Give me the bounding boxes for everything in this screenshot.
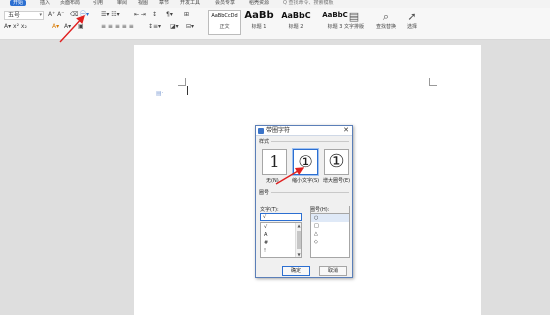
line-spacing-button[interactable]: ↕≡▾ (148, 23, 161, 31)
text-input[interactable]: √ (260, 213, 302, 221)
cancel-button[interactable]: 取消 (319, 266, 347, 276)
chevron-down-icon: ▾ (39, 12, 42, 18)
style-option-enlarge-label[interactable]: 增大圈号(E) (323, 177, 350, 184)
style-label: 标题 1 (251, 24, 267, 30)
highlight-color-button[interactable]: A▾ (52, 23, 59, 31)
style-label: 标题 2 (288, 24, 304, 30)
style-label: 正文 (219, 24, 230, 30)
list-item[interactable]: ○ (311, 214, 349, 222)
tab-developer[interactable]: 开发工具 (180, 0, 200, 6)
fill-button[interactable]: ◪▾ (170, 23, 179, 31)
ribbon-home: 五号 ▾ A⁺ A⁻ ⌫ ㊀▾ ☰▾ ☷▾ ⇤ ⇥ ↕ ¶▾ ⊞ A▾ x² x… (0, 8, 550, 40)
text-caret (187, 86, 188, 95)
tab-chapter[interactable]: 章节 (159, 0, 169, 6)
text-list-scrollbar[interactable]: ▲ ▼ (295, 223, 301, 257)
tab-review[interactable]: 审阅 (117, 0, 127, 6)
list-item[interactable]: ◇ (311, 238, 349, 246)
cursor-icon: ➚ (407, 10, 417, 23)
circled-character-icon: ㊀ (80, 11, 87, 18)
font-size-select[interactable]: 五号 ▾ (4, 11, 44, 20)
text-list[interactable]: √ A # ! ▲ ▼ (260, 222, 302, 258)
text-layout-label: 文字排版 (343, 24, 364, 30)
command-search[interactable]: Q 查找命令、搜索模板 (283, 0, 334, 6)
option-glyph: 1 (269, 152, 280, 171)
text-layout-icon: ▤ (348, 10, 360, 23)
style-heading-2[interactable]: AaBbC 标题 2 (277, 10, 315, 35)
style-option-none[interactable]: 1 (262, 149, 287, 175)
style-option-shrink-text[interactable]: ① (292, 148, 319, 176)
scroll-down-icon[interactable]: ▼ (296, 252, 301, 257)
option-glyph: ① (298, 152, 313, 171)
align-buttons[interactable]: ≡ ≡ ≡ ≡ ≡ (101, 23, 134, 31)
margin-mark-top-left (178, 78, 186, 86)
bullet-list-button[interactable]: ☰▾ ☷▾ (101, 11, 120, 19)
ok-button[interactable]: 确定 (282, 266, 310, 276)
border-dropdown-button[interactable]: ⊟▾ (186, 23, 194, 31)
style-sample: AaBb (244, 10, 274, 21)
option-glyph: ① (328, 151, 345, 172)
font-color-button[interactable]: A▾ (64, 23, 71, 31)
show-marks-button[interactable]: ¶▾ (166, 11, 173, 19)
font-size-value: 五号 (8, 12, 21, 19)
margin-mark-top-right (429, 78, 437, 86)
clear-format-icon[interactable]: ⌫ (70, 11, 78, 19)
style-normal[interactable]: AaBbCcDd 正文 (208, 10, 241, 35)
tab-member[interactable]: 会员专享 (215, 0, 235, 6)
style-option-none-label[interactable]: 无(N) (266, 177, 279, 184)
text-field-label: 文字(T): (260, 207, 279, 213)
char-shading-button[interactable]: ▣ (78, 23, 84, 31)
tab-view[interactable]: 视图 (138, 0, 148, 6)
select-button[interactable]: ➚ 选择 (396, 10, 428, 30)
dialog-titlebar[interactable]: 带圈字符 ✕ (256, 126, 352, 136)
tab-references[interactable]: 引用 (93, 0, 103, 6)
tab-page-layout[interactable]: 页面布局 (60, 0, 80, 6)
indent-buttons[interactable]: ⇤ ⇥ (134, 11, 146, 19)
enclosure-list[interactable]: ○ □ △ ◇ (310, 213, 350, 258)
paragraph-handle-icon[interactable]: ▤· (156, 90, 164, 97)
text-input-value: √ (263, 214, 267, 220)
text-layout-button[interactable]: ▤ 文字排版 (338, 10, 370, 30)
select-label: 选择 (406, 24, 417, 30)
close-icon[interactable]: ✕ (343, 126, 349, 135)
style-option-shrink-label[interactable]: 缩小文字(S) (292, 177, 319, 184)
sort-button[interactable]: ↕ (152, 11, 157, 19)
wps-writer-window: 开始 插入 页面布局 引用 审阅 视图 章节 开发工具 会员专享 稻壳资源 Q … (0, 0, 550, 315)
enclosure-section-label: 圈号 (259, 190, 350, 196)
border-button[interactable]: ⊞ (184, 11, 189, 19)
style-heading-1[interactable]: AaBb 标题 1 (242, 10, 276, 35)
dialog-title: 带圈字符 (266, 127, 291, 134)
style-option-enlarge-symbol[interactable]: ① (324, 149, 349, 175)
grow-font-button[interactable]: A⁺ A⁻ (48, 11, 64, 19)
scroll-up-icon[interactable]: ▲ (296, 223, 301, 228)
font-effects-buttons[interactable]: A▾ x² x₂ (4, 23, 27, 31)
style-sample: AaBbC (281, 11, 311, 20)
wps-app-icon (258, 128, 264, 134)
enclose-characters-button[interactable]: ㊀▾ (80, 11, 89, 19)
menu-bar: 开始 插入 页面布局 引用 审阅 视图 章节 开发工具 会员专享 稻壳资源 Q … (0, 0, 550, 8)
list-item[interactable]: △ (311, 230, 349, 238)
styles-gallery: AaBbCcDd 正文 AaBb 标题 1 AaBbC 标题 2 AaBbC 标… (208, 10, 355, 35)
style-sample: AaBbCcDd (211, 13, 238, 19)
list-item[interactable]: □ (311, 222, 349, 230)
tab-insert[interactable]: 插入 (40, 0, 50, 6)
tab-home[interactable]: 开始 (10, 0, 27, 6)
style-section-label: 样式 (259, 139, 350, 145)
enclose-characters-dialog: 带圈字符 ✕ 样式 1 ① ① 无(N) 缩小文字(S) 增大圈号(E) 圈号 … (255, 125, 353, 278)
tab-docer[interactable]: 稻壳资源 (249, 0, 269, 6)
scroll-thumb[interactable] (297, 231, 301, 249)
